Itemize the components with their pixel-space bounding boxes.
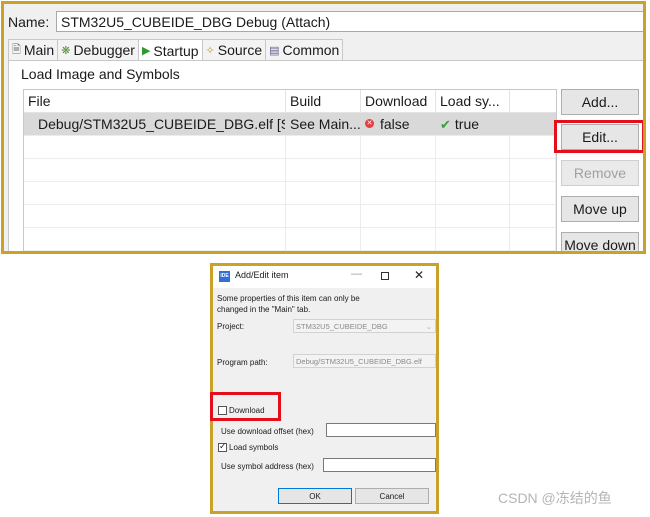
cell-download-value: false <box>380 116 410 132</box>
table-row-empty <box>24 136 556 159</box>
project-label: Project: <box>217 322 245 331</box>
edit-highlight-box <box>554 120 643 153</box>
name-label: Name: <box>8 14 50 30</box>
project-select[interactable]: STM32U5_CUBEIDE_DBG ⌄ <box>293 319 436 333</box>
common-icon: ▤ <box>269 44 280 57</box>
ok-button[interactable]: OK <box>278 488 352 504</box>
table-row-empty <box>24 182 556 205</box>
dialog-title-bar: IDE Add/Edit item — ✕ <box>213 266 436 288</box>
column-header-load-symbols[interactable]: Load sy... <box>436 90 510 112</box>
tab-startup-label: Startup <box>153 42 199 59</box>
table-header: File Build Download Load sy... <box>24 90 556 113</box>
cell-file: Debug/STM32U5_CUBEIDE_DBG.elf [ST... <box>24 113 286 135</box>
tab-common-label: Common <box>282 42 340 58</box>
program-path-field[interactable]: Debug/STM32U5_CUBEIDE_DBG.elf <box>293 354 436 368</box>
name-row: Name: STM32U5_CUBEIDE_DBG Debug (Attach) <box>8 11 643 33</box>
symbol-address-input[interactable] <box>323 458 436 472</box>
cell-empty <box>510 113 556 135</box>
table-row-empty <box>24 205 556 228</box>
remove-button[interactable]: Remove <box>561 160 639 186</box>
chevron-down-icon: ⌄ <box>425 322 432 331</box>
table-row-empty <box>24 159 556 182</box>
cell-download[interactable]: ✕ false <box>361 113 436 135</box>
launch-configuration-panel: Name: STM32U5_CUBEIDE_DBG Debug (Attach)… <box>1 1 646 254</box>
tab-common[interactable]: ▤ Common <box>265 39 344 60</box>
column-header-download[interactable]: Download <box>361 90 436 112</box>
cancel-button[interactable]: Cancel <box>355 488 429 504</box>
checkmark-icon: ✔ <box>440 117 451 132</box>
ide-app-icon: IDE <box>219 271 230 282</box>
watermark: CSDN @冻结的鱼 <box>498 490 612 506</box>
tab-debugger-label: Debugger <box>73 42 135 58</box>
tab-debugger[interactable]: ❋ Debugger <box>57 39 139 60</box>
load-symbols-checkbox[interactable] <box>218 441 227 452</box>
dialog-title: Add/Edit item <box>235 270 289 280</box>
table-row-empty <box>24 228 556 251</box>
error-x-icon: ✕ <box>365 118 374 128</box>
download-highlight-box <box>210 392 281 421</box>
table-row[interactable]: Debug/STM32U5_CUBEIDE_DBG.elf [ST... See… <box>24 113 556 136</box>
project-select-value: STM32U5_CUBEIDE_DBG <box>296 322 388 331</box>
symbol-address-label: Use symbol address (hex) <box>221 462 314 471</box>
tab-main-label: Main <box>23 42 55 58</box>
play-icon: ▶ <box>141 45 151 57</box>
column-header-file[interactable]: File <box>24 90 286 112</box>
download-offset-input[interactable] <box>326 423 436 437</box>
cell-load-symbols-value: true <box>454 116 480 132</box>
dialog-note: Some properties of this item can only be… <box>217 294 360 314</box>
cell-load-symbols[interactable]: ✔ true <box>436 113 510 135</box>
maximize-icon[interactable] <box>381 272 389 280</box>
program-path-label: Program path: <box>217 358 268 367</box>
add-button[interactable]: Add... <box>561 89 639 115</box>
source-icon: ✧ <box>205 44 215 57</box>
tab-startup[interactable]: ▶ Startup <box>137 39 203 61</box>
name-input[interactable]: STM32U5_CUBEIDE_DBG Debug (Attach) <box>56 11 643 32</box>
tab-source[interactable]: ✧ Source <box>201 39 267 60</box>
download-offset-label: Use download offset (hex) <box>221 427 314 436</box>
tab-source-label: Source <box>217 42 263 58</box>
startup-tab-content: Load Image and Symbols File Build Downlo… <box>8 60 643 254</box>
move-down-button[interactable]: Move down <box>561 232 639 251</box>
column-header-build[interactable]: Build <box>286 90 361 112</box>
group-title: Load Image and Symbols <box>21 66 180 82</box>
minimize-icon[interactable]: — <box>351 268 362 280</box>
load-image-table: File Build Download Load sy... Debug/STM… <box>23 89 557 254</box>
table-row-empty <box>24 251 556 254</box>
add-edit-item-dialog: IDE Add/Edit item — ✕ Some properties of… <box>210 263 439 514</box>
load-symbols-label[interactable]: Load symbols <box>229 443 278 452</box>
bug-icon: ❋ <box>61 44 71 57</box>
tab-bar: 🗎 Main ❋ Debugger ▶ Startup ✧ Source ▤ C… <box>8 39 344 61</box>
close-icon[interactable]: ✕ <box>414 268 424 282</box>
document-icon: 🗎 <box>12 43 21 56</box>
column-header-empty <box>510 90 556 112</box>
tab-main[interactable]: 🗎 Main <box>8 39 59 60</box>
move-up-button[interactable]: Move up <box>561 196 639 222</box>
cell-build: See Main... <box>286 113 361 135</box>
